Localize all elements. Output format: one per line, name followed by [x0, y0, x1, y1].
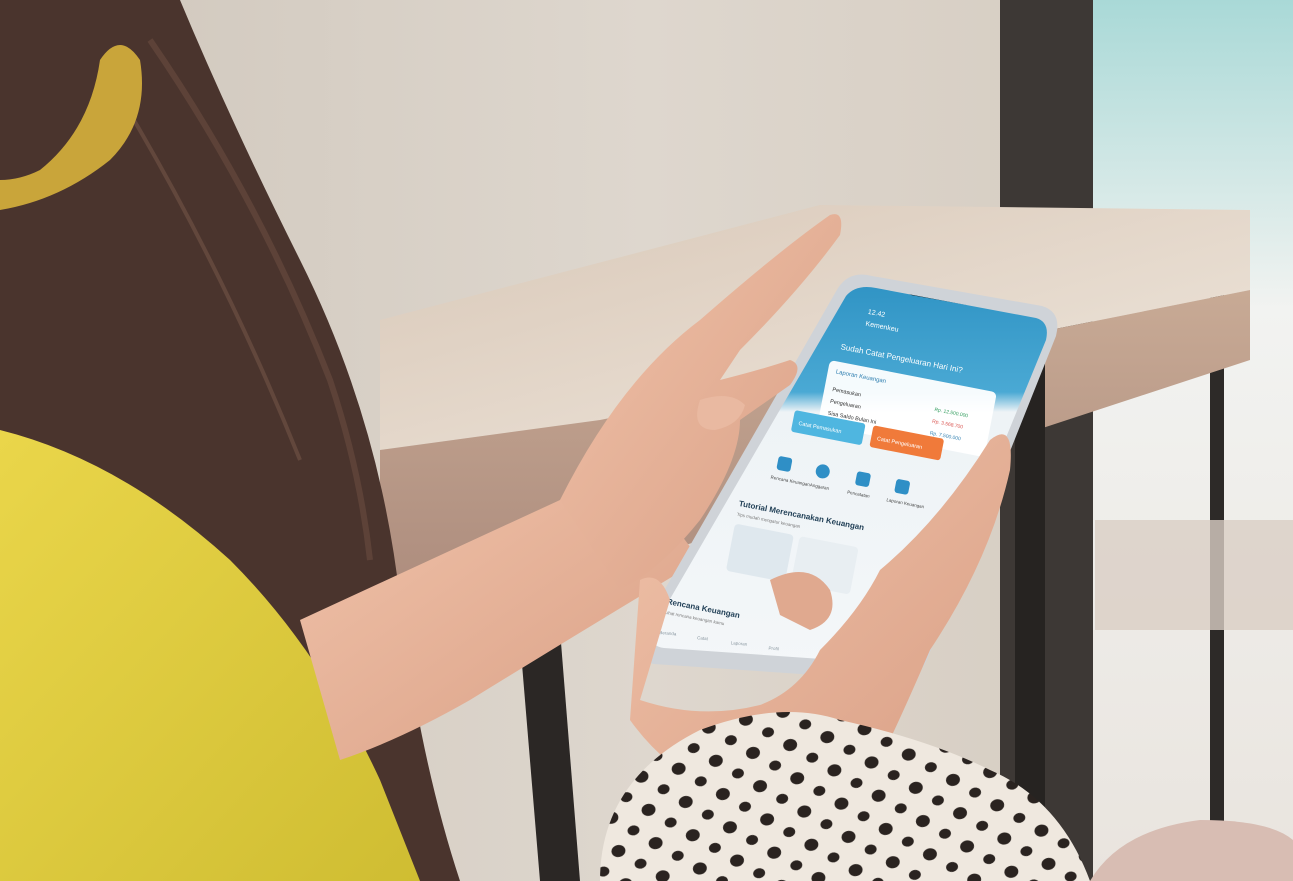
window: [1093, 0, 1293, 881]
photo-scene: 12.42 Kemenkeu Sudah Catat Pengeluaran H…: [0, 0, 1293, 881]
report-icon: [894, 479, 910, 495]
tab-catat[interactable]: Catat: [697, 635, 709, 641]
ledger-icon: [855, 471, 871, 487]
tab-profil[interactable]: Profil: [768, 646, 779, 652]
outside-chair: [1095, 520, 1293, 630]
photo-canvas: 12.42 Kemenkeu Sudah Catat Pengeluaran H…: [0, 0, 1293, 881]
document-icon: [776, 456, 793, 472]
